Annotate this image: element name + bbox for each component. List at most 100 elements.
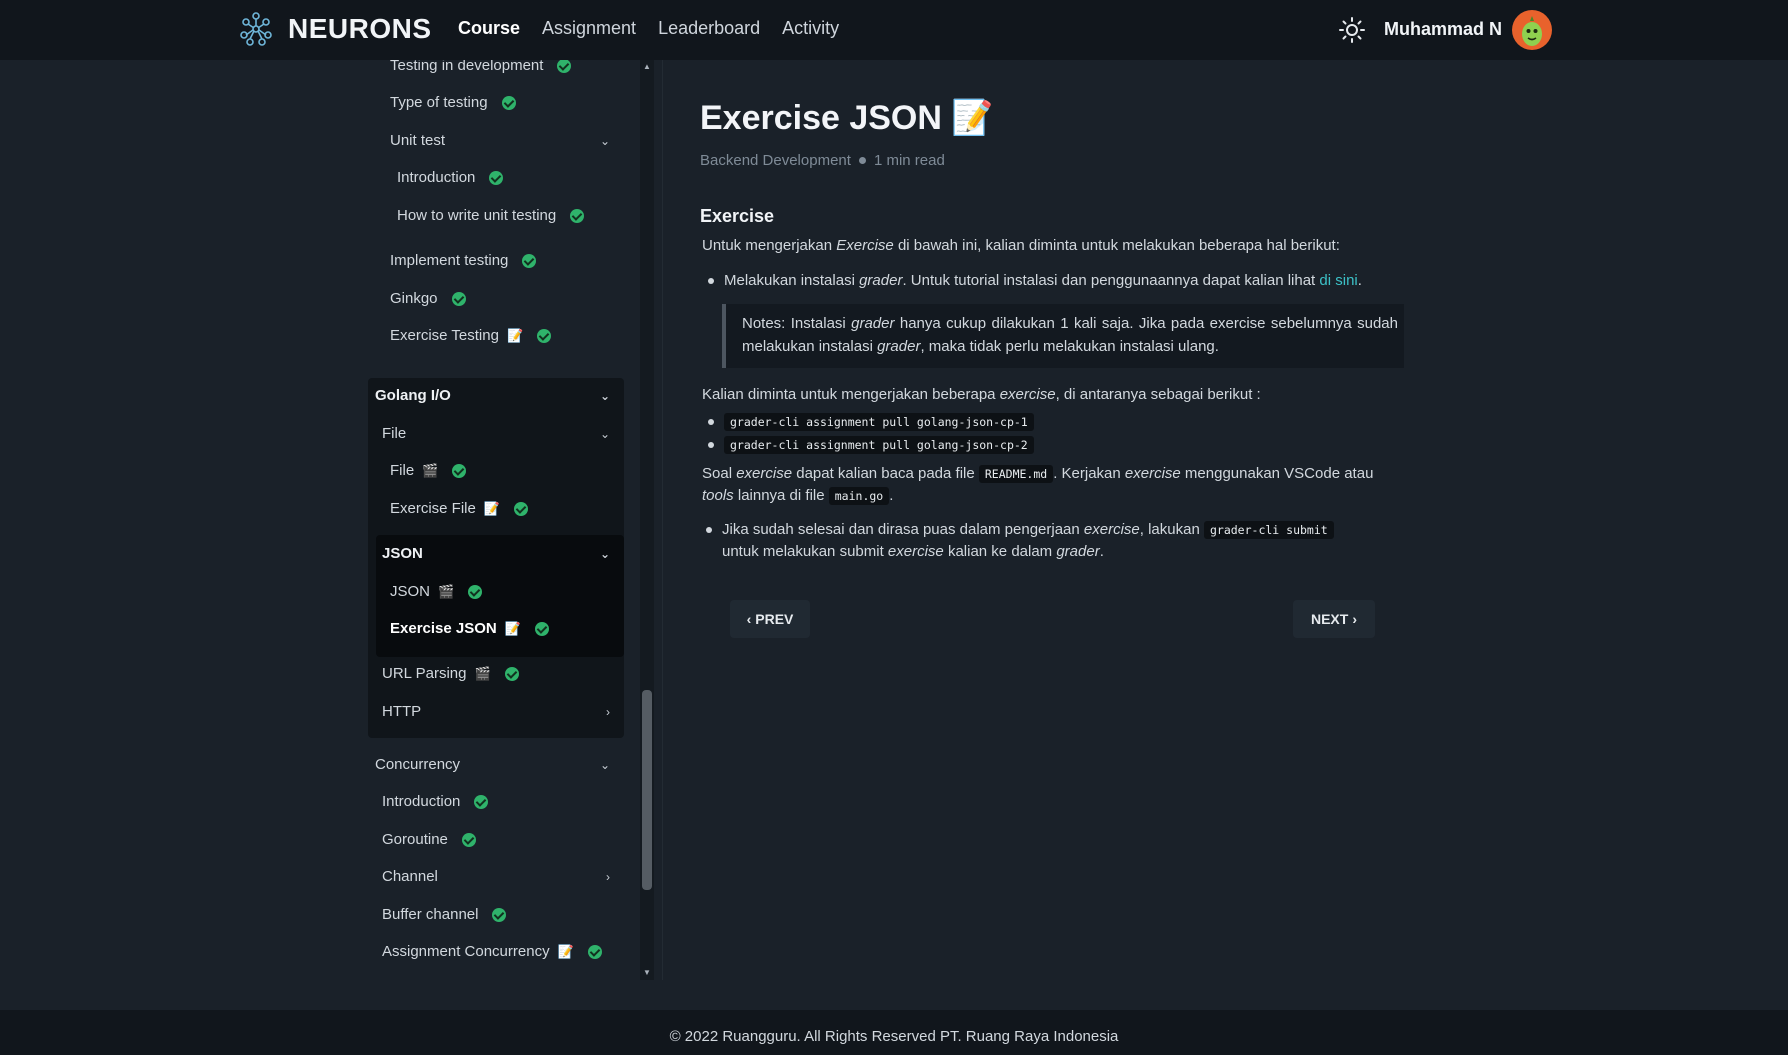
section-heading: Exercise	[700, 206, 775, 226]
nav-course[interactable]: Course	[458, 18, 520, 39]
command-code: grader-cli assignment pull golang-json-c…	[724, 436, 1034, 454]
content-divider	[662, 60, 663, 980]
text: dapat kalian baca pada file	[792, 465, 979, 482]
sidebar-item-implement-testing[interactable]: Implement testing	[390, 252, 537, 269]
text: grader	[1056, 543, 1100, 560]
copyright-text: © 2022 Ruangguru. All Rights Reserved PT…	[669, 1028, 1119, 1045]
sidebar-item-label: JSON	[390, 583, 431, 600]
check-icon	[492, 907, 507, 922]
sidebar-scrollbar[interactable]: ▲ ▼	[640, 60, 654, 980]
nav-assignment[interactable]: Assignment	[542, 18, 636, 39]
list-item: grader-cli assignment pull golang-json-c…	[708, 411, 1034, 433]
list-item: Jika sudah selesai dan dirasa puas dalam…	[706, 519, 1372, 563]
intro-paragraph: Untuk mengerjakan Exercise di bawah ini,…	[702, 235, 1340, 257]
sidebar-item-goroutine[interactable]: Goroutine	[382, 831, 476, 848]
sidebar-item-http[interactable]: HTTP ›	[382, 703, 624, 720]
sidebar-item-ginkgo[interactable]: Ginkgo	[390, 290, 466, 307]
check-icon	[587, 944, 602, 959]
check-icon	[461, 832, 476, 847]
check-icon	[570, 208, 585, 223]
sidebar-item-how-to-write-unit-testing[interactable]: How to write unit testing	[397, 207, 585, 224]
avatar[interactable]	[1512, 10, 1552, 50]
inline-code: grader-cli submit	[1203, 521, 1334, 539]
text: untuk melakukan submit	[722, 543, 888, 560]
scroll-down-arrow-icon[interactable]: ▼	[640, 966, 654, 980]
prev-button[interactable]: ‹ PREV	[730, 600, 810, 638]
text: exercise	[736, 465, 793, 482]
sidebar-item-concurrency-introduction[interactable]: Introduction	[382, 793, 489, 810]
sidebar-item-buffer-channel[interactable]: Buffer channel	[382, 906, 507, 923]
sidebar-item-label: File	[390, 462, 415, 479]
check-icon	[522, 253, 537, 268]
user-name[interactable]: Muhammad N	[1384, 19, 1502, 40]
check-icon	[534, 621, 549, 636]
next-button[interactable]: NEXT ›	[1293, 600, 1375, 638]
text: grader	[877, 338, 921, 355]
course-sidebar: Testing in development Type of testing U…	[368, 60, 624, 980]
sidebar-item-json[interactable]: JSON 🎬	[390, 583, 483, 600]
text: .	[889, 487, 894, 504]
check-icon	[514, 501, 529, 516]
nav-leaderboard[interactable]: Leaderboard	[658, 18, 760, 39]
chevron-down-icon: ⌄	[599, 388, 610, 403]
sidebar-item-json-group[interactable]: JSON ⌄	[382, 545, 624, 562]
check-icon	[452, 463, 467, 478]
text: Jika sudah selesai dan dirasa puas dalam…	[722, 521, 1084, 538]
sidebar-item-label: Introduction	[382, 793, 461, 810]
sidebar-item-label: Goroutine	[382, 831, 448, 848]
sidebar-item-label: Unit test	[390, 132, 446, 149]
tutorial-link[interactable]: di sini	[1319, 272, 1357, 289]
neurons-logo-icon	[240, 12, 272, 46]
sidebar-item-assignment-concurrency[interactable]: Assignment Concurrency 📝	[382, 943, 602, 960]
sidebar-item-testing-in-development[interactable]: Testing in development	[390, 60, 572, 74]
sidebar-item-file[interactable]: File 🎬	[390, 462, 467, 479]
sun-icon[interactable]	[1338, 16, 1366, 44]
sidebar-item-label: HTTP	[382, 703, 422, 720]
memo-icon: 📝	[483, 500, 501, 516]
text: lainnya di file	[733, 487, 829, 504]
next-label: NEXT	[1310, 611, 1349, 627]
sidebar-item-label: URL Parsing	[382, 665, 467, 682]
sidebar-item-label: Channel	[382, 868, 438, 885]
sidebar-item-unit-test[interactable]: Unit test ⌄	[390, 132, 624, 149]
sidebar-item-label: Testing in development	[390, 60, 544, 74]
separator-dot	[858, 157, 866, 164]
brand[interactable]: NEURONS	[238, 10, 432, 48]
sidebar-item-exercise-testing[interactable]: Exercise Testing 📝	[390, 327, 552, 344]
text: . Untuk tutorial instalasi dan penggunaa…	[902, 272, 1320, 289]
sidebar-group-label: Concurrency	[375, 756, 461, 773]
sidebar-item-introduction[interactable]: Introduction	[397, 169, 504, 186]
chevron-down-icon: ⌄	[599, 426, 610, 441]
scroll-up-arrow-icon[interactable]: ▲	[640, 60, 654, 74]
nav-activity[interactable]: Activity	[782, 18, 839, 39]
sidebar-item-url-parsing[interactable]: URL Parsing 🎬	[382, 665, 519, 682]
text: grader	[851, 315, 895, 332]
sidebar-group-concurrency[interactable]: Concurrency ⌄	[375, 756, 624, 773]
check-icon	[468, 584, 483, 599]
text: di bawah ini, kalian diminta untuk melak…	[893, 237, 1340, 254]
memo-icon: 📝	[951, 99, 994, 137]
inline-code: README.md	[978, 465, 1054, 483]
text: exercise	[887, 543, 944, 560]
instructions-paragraph: Soal exercise dapat kalian baca pada fil…	[702, 463, 1408, 507]
text: menggunakan VSCode atau	[1180, 465, 1374, 482]
text: exercise	[1083, 521, 1140, 538]
text: . Kerjakan	[1053, 465, 1125, 482]
sidebar-item-exercise-file[interactable]: Exercise File 📝	[390, 500, 529, 517]
read-time: 1 min read	[873, 152, 945, 169]
sidebar-group-golang-io[interactable]: Golang I/O ⌄	[375, 387, 624, 404]
sidebar-group-label: Golang I/O	[375, 387, 451, 404]
sidebar-item-channel[interactable]: Channel ›	[382, 868, 624, 885]
sidebar-item-label: File	[382, 425, 407, 442]
chevron-down-icon: ⌄	[599, 133, 610, 148]
text: tools	[702, 487, 734, 504]
sidebar-item-type-of-testing[interactable]: Type of testing	[390, 94, 516, 111]
sidebar-item-label: Exercise JSON	[390, 620, 497, 637]
sidebar-item-exercise-json[interactable]: Exercise JSON 📝	[390, 620, 549, 637]
sidebar-item-label: How to write unit testing	[397, 207, 557, 224]
sidebar-item-label: Buffer channel	[382, 906, 479, 923]
text: Untuk mengerjakan	[702, 237, 837, 254]
list-item: grader-cli assignment pull golang-json-c…	[708, 434, 1034, 456]
scrollbar-thumb[interactable]	[642, 690, 652, 890]
sidebar-item-file-group[interactable]: File ⌄	[382, 425, 624, 442]
